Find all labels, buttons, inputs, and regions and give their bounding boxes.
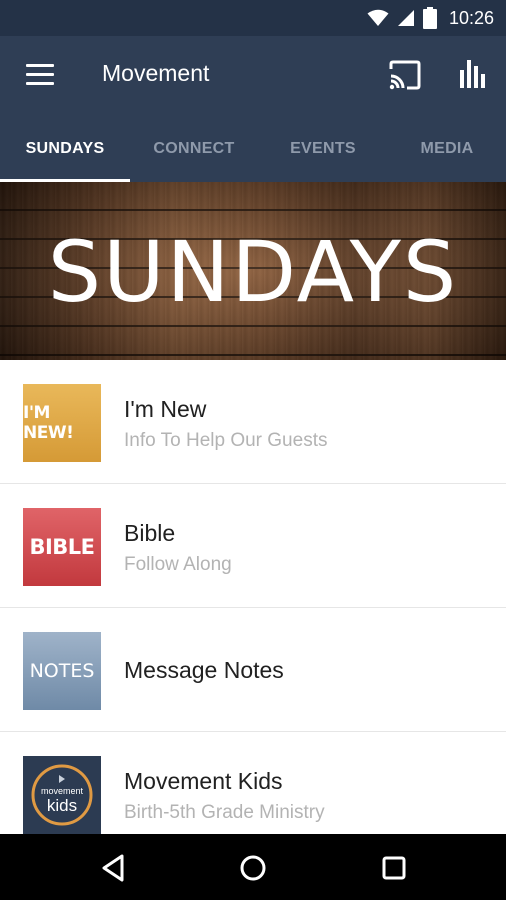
im-new-thumbnail: I'M NEW! (23, 384, 101, 462)
home-icon[interactable] (237, 852, 269, 884)
notes-thumbnail: NOTES (23, 632, 101, 710)
status-bar: 10:26 (0, 0, 506, 36)
app-bar: Movement (0, 36, 506, 116)
wifi-icon (367, 9, 389, 26)
signal-icon (397, 10, 414, 26)
item-subtitle: Birth-5th Grade Ministry (124, 802, 325, 823)
tab-events[interactable]: EVENTS (258, 116, 388, 182)
back-icon[interactable] (98, 852, 130, 884)
cast-icon[interactable] (388, 60, 422, 90)
item-title: Movement Kids (124, 768, 283, 794)
content-list: I'M NEW! I'm New Info To Help Our Guests… (0, 360, 506, 856)
item-title: Bible (124, 520, 176, 546)
kids-logo-icon: movement kids (31, 764, 93, 826)
status-icons: 10:26 (367, 0, 494, 36)
bible-thumbnail: BIBLE (23, 508, 101, 586)
hero-title: SUNDAYS (47, 223, 459, 321)
hero-banner: SUNDAYS (0, 182, 506, 360)
item-title: Message Notes (124, 657, 284, 683)
status-time: 10:26 (448, 7, 494, 28)
tab-media[interactable]: MEDIA (388, 116, 506, 182)
tab-bar: SUNDAYS CONNECT EVENTS MEDIA (0, 116, 506, 182)
tab-connect[interactable]: CONNECT (130, 116, 258, 182)
stats-icon[interactable] (458, 58, 488, 90)
tab-sundays[interactable]: SUNDAYS (0, 116, 130, 182)
movement-kids-logo: movement kids (23, 756, 101, 834)
app-title: Movement (102, 60, 210, 86)
item-subtitle: Follow Along (124, 554, 232, 575)
kids-logo-top-text: movement (41, 786, 84, 796)
system-nav-bar (0, 834, 506, 900)
item-subtitle: Info To Help Our Guests (124, 430, 328, 451)
recents-icon[interactable] (378, 852, 410, 884)
item-title: I'm New (124, 396, 207, 422)
kids-logo-bottom-text: kids (47, 796, 77, 815)
battery-icon (422, 7, 437, 29)
list-item-bible[interactable]: BIBLE Bible Follow Along (0, 484, 506, 608)
list-item-message-notes[interactable]: NOTES Message Notes (0, 608, 506, 732)
list-item-im-new[interactable]: I'M NEW! I'm New Info To Help Our Guests (0, 360, 506, 484)
menu-icon[interactable] (26, 64, 54, 88)
